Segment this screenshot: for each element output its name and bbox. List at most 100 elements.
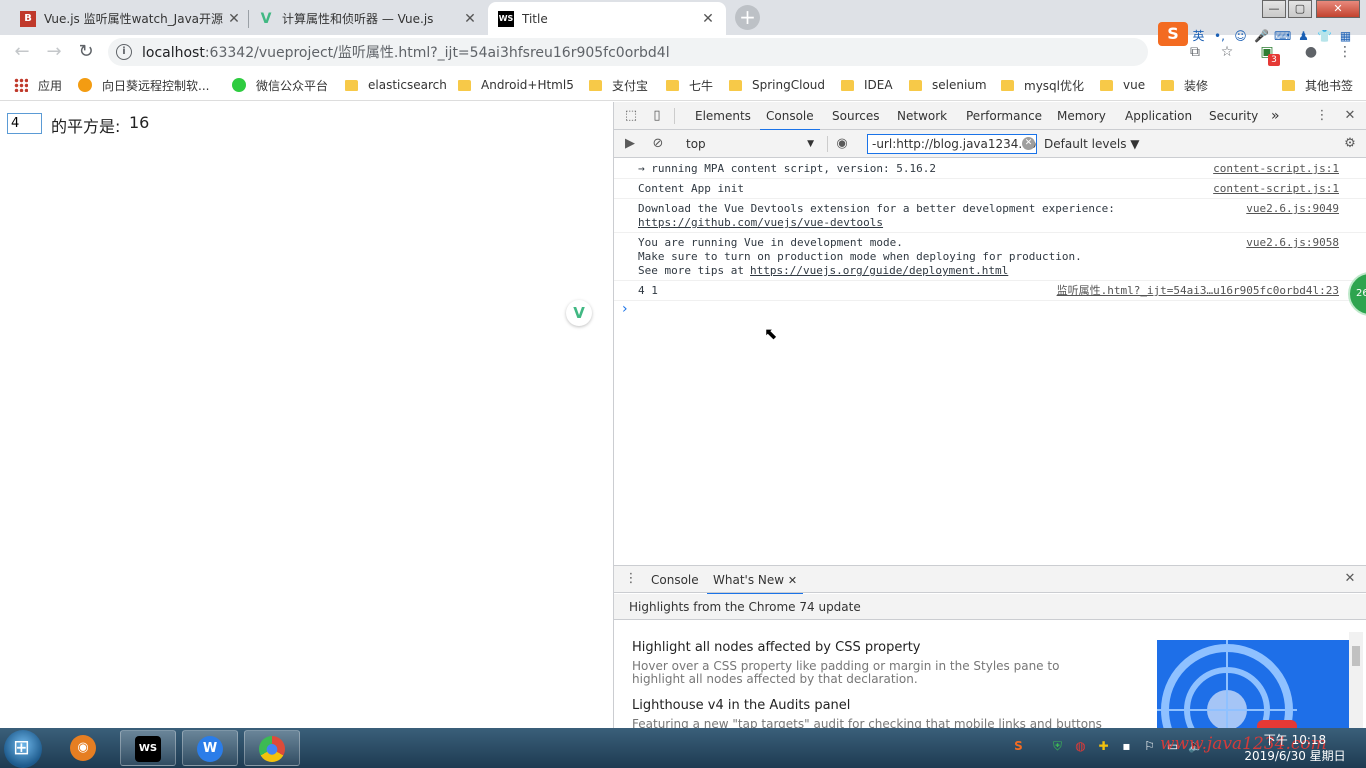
console-filter-input[interactable]: -url:http://blog.java1234.com — [867, 134, 1037, 154]
taskbar-wps[interactable]: W — [182, 730, 238, 766]
devtools-close-icon[interactable]: ✕ — [1342, 108, 1358, 124]
tab-close-icon[interactable]: ✕ — [700, 11, 716, 27]
webstorm-icon: WS — [135, 736, 161, 762]
ime-keyboard-icon[interactable]: ⌨ — [1274, 28, 1291, 45]
bookmark-folder[interactable]: selenium — [909, 76, 987, 94]
window-close-button[interactable]: ✕ — [1316, 0, 1360, 18]
tab-close-icon[interactable]: ✕ — [226, 11, 242, 27]
ime-punct-icon[interactable]: •, — [1211, 28, 1228, 45]
bookmark-folder[interactable]: SpringCloud — [729, 76, 825, 94]
forward-button[interactable]: → — [42, 40, 66, 64]
bookmark-item[interactable]: 微信公众平台 — [232, 76, 328, 94]
number-input[interactable] — [7, 113, 42, 134]
tab-close-icon[interactable]: ✕ — [462, 11, 478, 27]
reload-button[interactable]: ↻ — [74, 40, 98, 64]
bookmark-folder[interactable]: Android+Html5 — [458, 76, 574, 94]
log-link[interactable]: https://vuejs.org/guide/deployment.html — [750, 264, 1008, 278]
inspect-element-icon[interactable]: ⬚ — [623, 108, 639, 124]
bookmark-apps[interactable]: 应用 — [14, 76, 62, 94]
context-select[interactable]: top ▼ — [680, 134, 820, 154]
bookmark-folder[interactable]: IDEA — [841, 76, 893, 94]
chrome-illustration-icon — [1157, 640, 1297, 728]
maximize-button[interactable]: ▢ — [1288, 0, 1312, 18]
tab-vue-computed[interactable]: V 计算属性和侦听器 — Vue.js ✕ — [248, 2, 488, 35]
tab-vue-watch[interactable]: B Vue.js 监听属性watch_Java开源 ✕ — [10, 2, 252, 35]
console-settings-gear-icon[interactable]: ⚙ — [1342, 136, 1358, 152]
tab-application[interactable]: Application — [1125, 102, 1192, 130]
scrollbar[interactable] — [1349, 632, 1363, 728]
filter-clear-icon[interactable]: ✕ — [1022, 137, 1035, 150]
shield-icon[interactable]: ⛨ — [1049, 738, 1066, 755]
tab-memory[interactable]: Memory — [1057, 102, 1106, 130]
url-text[interactable]: localhost:63342/vueproject/监听属性.html?_ij… — [142, 42, 670, 62]
info-icon[interactable]: i — [116, 44, 132, 60]
bookmark-folder[interactable]: vue — [1100, 76, 1145, 94]
antivirus-icon[interactable]: ◍ — [1072, 738, 1089, 755]
drawer-tab-console[interactable]: Console — [651, 566, 699, 594]
start-button[interactable] — [4, 730, 42, 768]
taskbar-webstorm[interactable]: WS — [120, 730, 176, 766]
log-source-link[interactable]: content-script.js:1 — [1213, 162, 1339, 176]
log-source-link[interactable]: vue2.6.js:9058 — [1246, 236, 1339, 250]
ime-user-icon[interactable]: ♟ — [1295, 28, 1312, 45]
bookmark-folder[interactable]: 支付宝 — [589, 76, 648, 94]
folder-icon — [1001, 79, 1014, 91]
whats-new-item-desc: Hover over a CSS property like padding o… — [632, 659, 1060, 686]
bookmark-folder[interactable]: 装修 — [1161, 76, 1208, 94]
bookmark-item[interactable]: 向日葵远程控制软... — [78, 76, 209, 94]
whats-new-item-title[interactable]: Highlight all nodes affected by CSS prop… — [632, 640, 920, 655]
log-link[interactable]: https://github.com/vuejs/vue-devtools — [638, 216, 883, 230]
tab-console[interactable]: Console — [760, 102, 820, 131]
taskbar-chrome[interactable]: ● — [244, 730, 300, 766]
sogou-tray-icon[interactable]: S — [1010, 738, 1027, 755]
more-tabs-icon[interactable]: » — [1271, 102, 1280, 130]
vue-devtools-icon[interactable]: V — [566, 300, 592, 326]
bookmark-label: mysql优化 — [1024, 78, 1084, 93]
clear-console-icon[interactable]: ⊘ — [650, 136, 666, 152]
taskbar-clock[interactable]: 下午 10:18 2019/6/30 星期日 — [1240, 732, 1350, 764]
back-button[interactable]: ← — [10, 40, 34, 64]
tab-performance[interactable]: Performance — [966, 102, 1042, 130]
console-prompt[interactable]: › — [622, 301, 628, 317]
drawer-tab-whats-new[interactable]: What's New ✕ — [706, 566, 804, 595]
taskbar-media-player[interactable]: ◉ — [56, 730, 112, 766]
plus-icon[interactable]: ✚ — [1095, 738, 1112, 755]
bookmark-folder-other[interactable]: 其他书签 — [1282, 76, 1353, 94]
ime-grid-icon[interactable]: ▦ — [1337, 28, 1354, 45]
drawer-close-icon[interactable]: ✕ — [1342, 571, 1358, 587]
sogou-ime-icon[interactable]: S — [1158, 22, 1188, 46]
ime-voice-icon[interactable]: 🎤 — [1253, 28, 1270, 45]
sidebar-toggle-icon[interactable]: ▶ — [622, 136, 638, 152]
tab-security[interactable]: Security — [1209, 102, 1258, 130]
tab-elements[interactable]: Elements — [695, 102, 751, 130]
address-bar[interactable]: i localhost:63342/vueproject/监听属性.html?_… — [108, 38, 1148, 66]
close-icon[interactable]: ✕ — [788, 574, 797, 587]
bookmark-folder[interactable]: mysql优化 — [1001, 76, 1084, 94]
devtools-menu-icon[interactable]: ⋮ — [1314, 108, 1330, 124]
bookmark-label: 向日葵远程控制软... — [102, 78, 210, 93]
bookmark-folder[interactable]: elasticsearch — [345, 76, 447, 94]
wechat-icon — [232, 78, 246, 92]
log-text: You are running Vue in development mode. — [638, 236, 903, 249]
bookmark-folder[interactable]: 七牛 — [666, 76, 713, 94]
ime-skin-icon[interactable]: 👕 — [1316, 28, 1333, 45]
new-tab-button[interactable]: + — [735, 5, 760, 30]
tab-sources[interactable]: Sources — [832, 102, 879, 130]
minimize-button[interactable]: — — [1262, 0, 1286, 18]
log-source-link[interactable]: content-script.js:1 — [1213, 182, 1339, 196]
ime-lang[interactable]: 英 — [1190, 28, 1207, 45]
log-source-link[interactable]: 监听属性.html?_ijt=54ai3…u16r905fc0orbd4l:23 — [1057, 284, 1339, 298]
ime-emoji-icon[interactable]: ☺ — [1232, 28, 1249, 45]
log-source-link[interactable]: vue2.6.js:9049 — [1246, 202, 1339, 216]
tab-network[interactable]: Network — [897, 102, 947, 130]
whats-new-item-title[interactable]: Lighthouse v4 in the Audits panel — [632, 698, 850, 713]
flag-icon[interactable]: ⚐ — [1141, 738, 1158, 755]
tab-title-page[interactable]: WS Title ✕ — [488, 2, 726, 35]
live-expression-eye-icon[interactable]: ◉ — [834, 136, 850, 152]
log-levels-select[interactable]: Default levels ▼ — [1044, 134, 1140, 154]
scrollbar-thumb[interactable] — [1352, 646, 1360, 666]
drawer-menu-icon[interactable]: ⋮ — [623, 571, 639, 587]
device-toolbar-icon[interactable]: ▯ — [649, 108, 665, 124]
network-icon[interactable]: ▪ — [1118, 738, 1135, 755]
console-toolbar: ▶ ⊘ top ▼ ◉ -url:http://blog.java1234.co… — [614, 130, 1366, 158]
